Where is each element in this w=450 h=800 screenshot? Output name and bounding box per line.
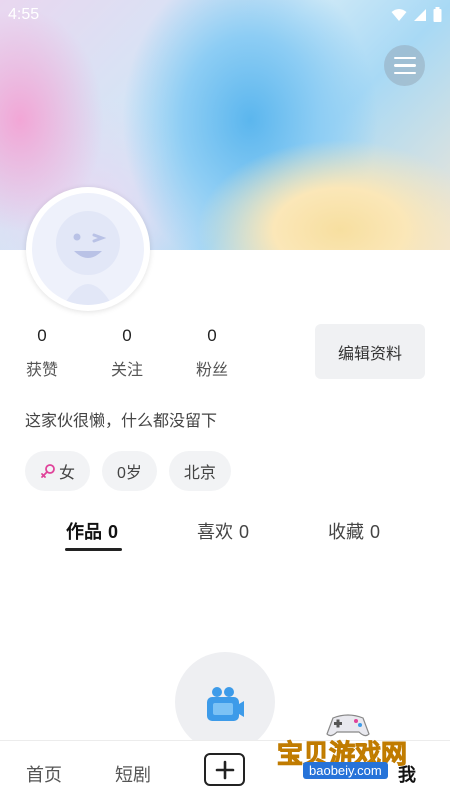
active-tab-indicator — [65, 548, 122, 551]
tab-works[interactable]: 作品 0 — [66, 518, 118, 544]
tab-likes[interactable]: 喜欢 0 — [197, 518, 249, 544]
tab-favorites-label: 收藏 — [328, 522, 364, 542]
signal-icon — [414, 8, 426, 21]
likes-count: 0 — [37, 326, 47, 345]
following-count: 0 — [122, 326, 132, 345]
city-text: 北京 — [183, 465, 216, 482]
likes-label: 获赞 — [25, 362, 58, 379]
nav-home[interactable]: 首页 — [26, 761, 62, 787]
age-tag[interactable]: 0岁 — [102, 451, 157, 491]
avatar[interactable] — [26, 187, 150, 311]
status-icons — [391, 7, 442, 22]
menu-button[interactable] — [384, 45, 425, 86]
wifi-icon — [391, 8, 407, 21]
female-icon — [41, 464, 55, 478]
profile-bio: 这家伙很懒，什么都没留下 — [25, 413, 218, 430]
edit-profile-button[interactable]: 编辑资料 — [315, 324, 425, 379]
following-label: 关注 — [110, 362, 143, 379]
watermark-url: baobeiy.com — [303, 762, 388, 779]
nav-add-button[interactable] — [204, 753, 245, 786]
hamburger-icon — [393, 56, 416, 60]
tab-works-count: 0 — [108, 522, 119, 542]
stat-likes[interactable]: 0 获赞 — [12, 326, 72, 380]
video-camera-icon — [207, 687, 244, 721]
battery-icon — [433, 7, 442, 22]
tab-favorites[interactable]: 收藏 0 — [328, 518, 380, 544]
status-bar: 4:55 — [0, 0, 450, 30]
fans-count: 0 — [207, 326, 217, 345]
tab-likes-count: 0 — [239, 522, 250, 542]
tab-works-label: 作品 — [66, 522, 102, 542]
record-video-button[interactable] — [175, 652, 275, 752]
city-tag[interactable]: 北京 — [168, 451, 231, 491]
profile-tags: 女 0岁 北京 — [25, 451, 231, 491]
tab-likes-label: 喜欢 — [197, 522, 233, 542]
stat-following[interactable]: 0 关注 — [97, 326, 157, 380]
gender-tag[interactable]: 女 — [25, 451, 91, 491]
nav-drama[interactable]: 短剧 — [115, 761, 151, 787]
stat-fans[interactable]: 0 粉丝 — [182, 326, 242, 380]
status-time: 4:55 — [8, 6, 40, 23]
default-avatar-face-icon — [32, 193, 144, 305]
watermark: 宝贝游戏网 baobeiy.com — [275, 712, 425, 792]
gender-text: 女 — [59, 465, 76, 482]
age-text: 0岁 — [117, 465, 142, 482]
plus-icon — [215, 760, 234, 779]
tab-favorites-count: 0 — [370, 522, 381, 542]
fans-label: 粉丝 — [195, 362, 228, 379]
